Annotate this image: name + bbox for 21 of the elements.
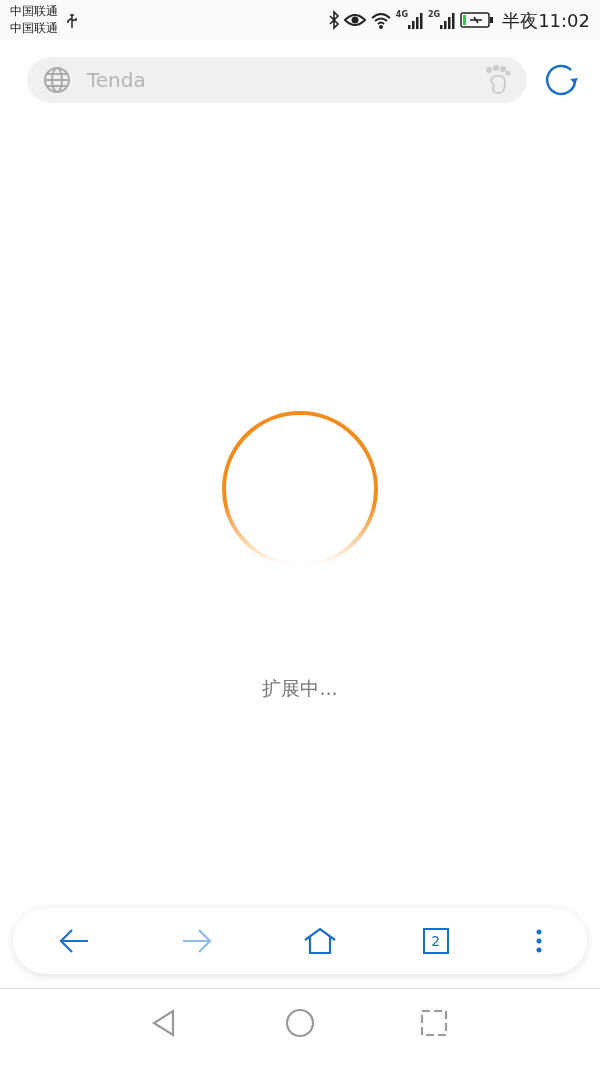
bluetooth-icon [327,10,340,30]
home-icon [304,925,336,956]
wifi-icon [369,11,392,29]
carrier-label: 中国联通 [10,3,58,20]
battery-icon [460,11,495,29]
eye-icon [343,12,366,28]
clock-text: 半夜11:02 [502,8,590,33]
nav-home-icon[interactable] [285,1008,315,1038]
globe-icon [43,66,71,94]
usb-icon [66,11,78,30]
network-type-label: 2G [428,11,441,19]
menu-icon [535,927,542,954]
refresh-icon[interactable] [543,62,579,98]
carrier-label: 中国联通 [10,20,58,37]
signal-icon [408,11,424,29]
address-text: Tenda [87,67,146,94]
signal-icon [440,11,457,29]
tabs-button[interactable]: 2 [422,927,449,954]
network-type-label: 4G [395,11,408,19]
loading-message: 扩展中... [262,676,338,701]
nav-recents-icon[interactable] [419,1008,449,1038]
